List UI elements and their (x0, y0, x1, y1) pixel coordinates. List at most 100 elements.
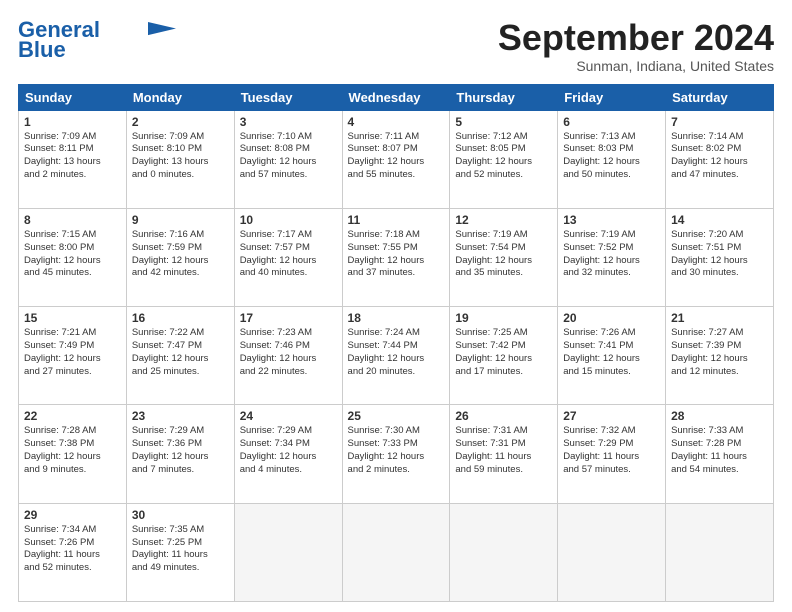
day-number: 20 (563, 311, 660, 325)
cell-text: Sunrise: 7:13 AMSunset: 8:03 PMDaylight:… (563, 131, 660, 182)
logo-arrow-icon (148, 22, 176, 36)
calendar-cell (450, 503, 558, 601)
calendar-cell: 27 Sunrise: 7:32 AMSunset: 7:29 PMDayligh… (558, 405, 666, 503)
calendar-cell: 4Sunrise: 7:11 AMSunset: 8:07 PMDaylight… (342, 110, 450, 208)
day-number: 24 (240, 409, 337, 423)
calendar-cell: 5 Sunrise: 7:12 AMSunset: 8:05 PMDaylight… (450, 110, 558, 208)
day-number: 17 (240, 311, 337, 325)
calendar-row: 22 Sunrise: 7:28 AMSunset: 7:38 PMDayligh… (19, 405, 774, 503)
cell-text: Sunrise: 7:33 AMSunset: 7:28 PMDaylight:… (671, 425, 768, 476)
calendar-cell: 16Sunrise: 7:22 AMSunset: 7:47 PMDayligh… (126, 307, 234, 405)
logo: General Blue (18, 18, 176, 62)
calendar-cell: 21 Sunrise: 7:27 AMSunset: 7:39 PMDayligh… (666, 307, 774, 405)
day-number: 1 (24, 115, 121, 129)
calendar-row: 15 Sunrise: 7:21 AMSunset: 7:49 PMDayligh… (19, 307, 774, 405)
day-number: 10 (240, 213, 337, 227)
calendar-header-cell: Wednesday (342, 84, 450, 110)
calendar-header-cell: Thursday (450, 84, 558, 110)
calendar-cell: 26 Sunrise: 7:31 AMSunset: 7:31 PMDayligh… (450, 405, 558, 503)
calendar-cell (234, 503, 342, 601)
calendar-cell (342, 503, 450, 601)
cell-text: Sunrise: 7:17 AMSunset: 7:57 PMDaylight:… (240, 229, 337, 280)
calendar-row: 29 Sunrise: 7:34 AMSunset: 7:26 PMDayligh… (19, 503, 774, 601)
day-number: 9 (132, 213, 229, 227)
cell-text: Sunrise: 7:14 AMSunset: 8:02 PMDaylight:… (671, 131, 768, 182)
calendar-row: 8 Sunrise: 7:15 AMSunset: 8:00 PMDaylight… (19, 208, 774, 306)
cell-text: Sunrise: 7:15 AMSunset: 8:00 PMDaylight:… (24, 229, 121, 280)
calendar-cell: 30Sunrise: 7:35 AMSunset: 7:25 PMDayligh… (126, 503, 234, 601)
calendar-table: SundayMondayTuesdayWednesdayThursdayFrid… (18, 84, 774, 602)
cell-text: Sunrise: 7:12 AMSunset: 8:05 PMDaylight:… (455, 131, 552, 182)
cell-text: Sunrise: 7:27 AMSunset: 7:39 PMDaylight:… (671, 327, 768, 378)
day-number: 11 (348, 213, 445, 227)
day-number: 22 (24, 409, 121, 423)
day-number: 14 (671, 213, 768, 227)
day-number: 8 (24, 213, 121, 227)
cell-text: Sunrise: 7:19 AMSunset: 7:54 PMDaylight:… (455, 229, 552, 280)
cell-text: Sunrise: 7:32 AMSunset: 7:29 PMDaylight:… (563, 425, 660, 476)
calendar-header-cell: Sunday (19, 84, 127, 110)
calendar-cell: 20Sunrise: 7:26 AMSunset: 7:41 PMDayligh… (558, 307, 666, 405)
calendar-cell: 10 Sunrise: 7:17 AMSunset: 7:57 PMDayligh… (234, 208, 342, 306)
calendar-cell: 9 Sunrise: 7:16 AMSunset: 7:59 PMDaylight… (126, 208, 234, 306)
calendar-cell: 8 Sunrise: 7:15 AMSunset: 8:00 PMDaylight… (19, 208, 127, 306)
calendar-cell (666, 503, 774, 601)
cell-text: Sunrise: 7:10 AMSunset: 8:08 PMDaylight:… (240, 131, 337, 182)
calendar-header-cell: Friday (558, 84, 666, 110)
day-number: 6 (563, 115, 660, 129)
cell-text: Sunrise: 7:24 AMSunset: 7:44 PMDaylight:… (348, 327, 445, 378)
calendar-cell: 23 Sunrise: 7:29 AMSunset: 7:36 PMDayligh… (126, 405, 234, 503)
calendar-cell: 18 Sunrise: 7:24 AMSunset: 7:44 PMDayligh… (342, 307, 450, 405)
calendar-header-row: SundayMondayTuesdayWednesdayThursdayFrid… (19, 84, 774, 110)
cell-text: Sunrise: 7:29 AMSunset: 7:36 PMDaylight:… (132, 425, 229, 476)
month-title: September 2024 (498, 18, 774, 58)
cell-text: Sunrise: 7:11 AMSunset: 8:07 PMDaylight:… (348, 131, 445, 182)
cell-text: Sunrise: 7:34 AMSunset: 7:26 PMDaylight:… (24, 524, 121, 575)
cell-text: Sunrise: 7:09 AMSunset: 8:10 PMDaylight:… (132, 131, 229, 182)
day-number: 27 (563, 409, 660, 423)
calendar-cell: 11 Sunrise: 7:18 AMSunset: 7:55 PMDayligh… (342, 208, 450, 306)
page: General Blue September 2024 Sunman, Indi… (0, 0, 792, 612)
calendar-cell: 25 Sunrise: 7:30 AMSunset: 7:33 PMDayligh… (342, 405, 450, 503)
cell-text: Sunrise: 7:20 AMSunset: 7:51 PMDaylight:… (671, 229, 768, 280)
cell-text: Sunrise: 7:28 AMSunset: 7:38 PMDaylight:… (24, 425, 121, 476)
cell-text: Sunrise: 7:21 AMSunset: 7:49 PMDaylight:… (24, 327, 121, 378)
cell-text: Sunrise: 7:18 AMSunset: 7:55 PMDaylight:… (348, 229, 445, 280)
calendar-cell: 28Sunrise: 7:33 AMSunset: 7:28 PMDayligh… (666, 405, 774, 503)
calendar-cell: 2 Sunrise: 7:09 AMSunset: 8:10 PMDaylight… (126, 110, 234, 208)
calendar-header-cell: Monday (126, 84, 234, 110)
day-number: 2 (132, 115, 229, 129)
day-number: 15 (24, 311, 121, 325)
cell-text: Sunrise: 7:29 AMSunset: 7:34 PMDaylight:… (240, 425, 337, 476)
cell-text: Sunrise: 7:19 AMSunset: 7:52 PMDaylight:… (563, 229, 660, 280)
calendar-row: 1 Sunrise: 7:09 AMSunset: 8:11 PMDaylight… (19, 110, 774, 208)
day-number: 23 (132, 409, 229, 423)
cell-text: Sunrise: 7:16 AMSunset: 7:59 PMDaylight:… (132, 229, 229, 280)
calendar-cell: 19Sunrise: 7:25 AMSunset: 7:42 PMDayligh… (450, 307, 558, 405)
day-number: 26 (455, 409, 552, 423)
calendar-cell: 17Sunrise: 7:23 AMSunset: 7:46 PMDayligh… (234, 307, 342, 405)
cell-text: Sunrise: 7:09 AMSunset: 8:11 PMDaylight:… (24, 131, 121, 182)
calendar-cell: 29 Sunrise: 7:34 AMSunset: 7:26 PMDayligh… (19, 503, 127, 601)
day-number: 21 (671, 311, 768, 325)
cell-text: Sunrise: 7:31 AMSunset: 7:31 PMDaylight:… (455, 425, 552, 476)
calendar-cell: 24 Sunrise: 7:29 AMSunset: 7:34 PMDayligh… (234, 405, 342, 503)
calendar-header-cell: Tuesday (234, 84, 342, 110)
day-number: 25 (348, 409, 445, 423)
location: Sunman, Indiana, United States (498, 58, 774, 74)
calendar-cell: 13Sunrise: 7:19 AMSunset: 7:52 PMDayligh… (558, 208, 666, 306)
title-block: September 2024 Sunman, Indiana, United S… (498, 18, 774, 74)
cell-text: Sunrise: 7:30 AMSunset: 7:33 PMDaylight:… (348, 425, 445, 476)
calendar-cell: 15 Sunrise: 7:21 AMSunset: 7:49 PMDayligh… (19, 307, 127, 405)
calendar-header-cell: Saturday (666, 84, 774, 110)
calendar-cell: 12 Sunrise: 7:19 AMSunset: 7:54 PMDayligh… (450, 208, 558, 306)
cell-text: Sunrise: 7:35 AMSunset: 7:25 PMDaylight:… (132, 524, 229, 575)
day-number: 7 (671, 115, 768, 129)
calendar-cell: 6 Sunrise: 7:13 AMSunset: 8:03 PMDaylight… (558, 110, 666, 208)
day-number: 12 (455, 213, 552, 227)
day-number: 19 (455, 311, 552, 325)
day-number: 5 (455, 115, 552, 129)
calendar-cell: 1 Sunrise: 7:09 AMSunset: 8:11 PMDaylight… (19, 110, 127, 208)
day-number: 18 (348, 311, 445, 325)
day-number: 29 (24, 508, 121, 522)
